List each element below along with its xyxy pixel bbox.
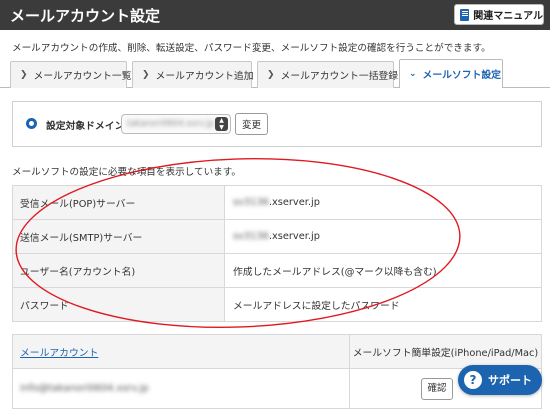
radio-selected-icon xyxy=(26,118,37,129)
page-title: メールアカウント設定 xyxy=(10,7,161,25)
chevron-right-icon: ❯ xyxy=(20,70,28,80)
setting-value: メールアドレスに設定したパスワード xyxy=(224,287,542,322)
support-label: サポート xyxy=(488,374,532,387)
table-header-row: メールアカウント メールソフト簡単設定(iPhone/iPad/Mac) xyxy=(12,334,542,369)
tab-bar: ❯ メールアカウント一覧 ❯ メールアカウント追加 ❯ メールアカウント一括登録… xyxy=(0,59,550,88)
tab-bulk-register[interactable]: ❯ メールアカウント一括登録 xyxy=(257,61,398,88)
domain-label: 設定対象ドメイン xyxy=(46,121,125,132)
blurred-email: info@takanori0604.xsrv.jp xyxy=(20,383,149,394)
select-arrows-icon: ▲ ▼ xyxy=(215,117,228,131)
question-icon: ? xyxy=(464,371,482,389)
book-icon xyxy=(460,8,470,21)
blurred-host: sv3136 xyxy=(233,197,269,208)
tab-label: メールアカウント一括登録 xyxy=(280,71,399,82)
account-sort-link[interactable]: メールアカウント xyxy=(20,348,98,359)
related-manual-label: 関連マニュアル xyxy=(473,11,543,22)
chevron-right-icon: ❯ xyxy=(267,70,275,80)
table-row: 送信メール(SMTP)サーバー sv3136.xserver.jp xyxy=(12,219,542,254)
related-manual-button[interactable]: 関連マニュアル xyxy=(454,4,544,25)
setting-key: パスワード xyxy=(12,287,225,322)
chevron-down-icon: ⌄ xyxy=(409,69,417,79)
setting-key: 送信メール(SMTP)サーバー xyxy=(12,219,225,254)
col-header-account[interactable]: メールアカウント xyxy=(12,334,350,369)
setting-value: sv3136.xserver.jp xyxy=(224,185,542,220)
tab-account-add[interactable]: ❯ メールアカウント追加 xyxy=(132,61,254,88)
chevron-right-icon: ❯ xyxy=(142,70,150,80)
table-row: 受信メール(POP)サーバー sv3136.xserver.jp xyxy=(12,185,542,220)
tab-label: メールアカウント追加 xyxy=(155,71,254,82)
domain-select-value: takanori0604.xsrv.jp xyxy=(127,119,215,129)
tab-label: メールソフト設定 xyxy=(422,70,501,81)
settings-intro: メールソフトの設定に必要な項目を表示しています。 xyxy=(12,167,242,178)
confirm-button[interactable]: 確認 xyxy=(421,377,453,400)
host-suffix: .xserver.jp xyxy=(268,231,320,242)
domain-selector-panel: 設定対象ドメイン takanori0604.xsrv.jp ▲ ▼ 変更 xyxy=(12,101,542,147)
tab-mail-software-settings[interactable]: ⌄ メールソフト設定 xyxy=(399,59,503,88)
tab-label: メールアカウント一覧 xyxy=(33,71,132,82)
col-header-easy-setting: メールソフト簡単設定(iPhone/iPad/Mac) xyxy=(349,334,542,369)
setting-key: 受信メール(POP)サーバー xyxy=(12,185,225,220)
mail-settings-table: 受信メール(POP)サーバー sv3136.xserver.jp 送信メール(S… xyxy=(12,185,542,322)
account-email: info@takanori0604.xsrv.jp xyxy=(12,368,350,409)
tab-account-list[interactable]: ❯ メールアカウント一覧 xyxy=(10,61,132,88)
host-suffix: .xserver.jp xyxy=(268,197,320,208)
blurred-host: sv3136 xyxy=(233,231,269,242)
page-header: メールアカウント設定 関連マニュアル xyxy=(0,0,550,30)
setting-value: 作成したメールアドレス(@マーク以降も含む) xyxy=(224,253,542,288)
domain-select[interactable]: takanori0604.xsrv.jp ▲ ▼ xyxy=(121,114,231,134)
setting-value: sv3136.xserver.jp xyxy=(224,219,542,254)
page-description: メールアカウントの作成、削除、転送設定、パスワード変更、メールソフト設定の確認を… xyxy=(12,43,491,54)
setting-key: ユーザー名(アカウント名) xyxy=(12,253,225,288)
support-button[interactable]: ? サポート xyxy=(458,365,542,395)
table-row: パスワード メールアドレスに設定したパスワード xyxy=(12,287,542,322)
change-domain-button[interactable]: 変更 xyxy=(235,113,268,135)
table-row: ユーザー名(アカウント名) 作成したメールアドレス(@マーク以降も含む) xyxy=(12,253,542,288)
